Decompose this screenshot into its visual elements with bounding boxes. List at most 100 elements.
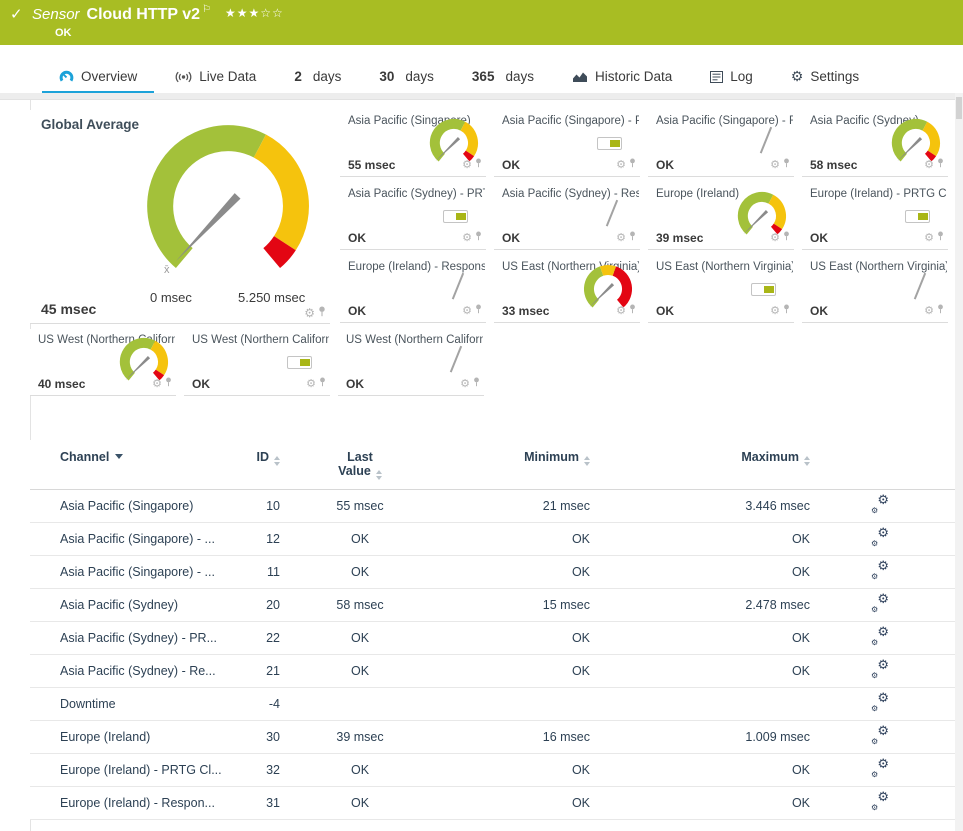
channel-settings-icon[interactable]: ⚙ ⚙ [871,493,889,515]
channel-id: 11 [267,565,280,579]
tab-log[interactable]: Log [691,60,772,93]
panel-gear-icon[interactable]: ⚙ [152,378,162,389]
channel-maximum: 3.446 msec [745,499,810,513]
needle-icon [605,199,618,227]
channel-settings-icon[interactable]: ⚙ ⚙ [871,625,889,647]
global-average-panel[interactable]: Global Average x̄ 0 msec 5.250 msec 45 m… [30,110,330,324]
panel-gear-icon[interactable]: ⚙ [462,159,472,170]
channel-id: 12 [266,532,280,546]
flag-icon[interactable]: ⚐ [202,4,211,15]
panel-pin-icon[interactable] [319,374,326,392]
channel-name[interactable]: Asia Pacific (Singapore) - ... [60,532,240,546]
tab-2-days[interactable]: 2 days [275,60,360,93]
panel-pin-icon[interactable] [629,155,636,173]
panel-gear-icon[interactable]: ⚙ [462,305,472,316]
sensor-channel-panel[interactable]: US East (Northern Virginia) 33 msec ⚙ [494,256,640,323]
panel-pin-icon[interactable] [783,155,790,173]
channel-name[interactable]: Asia Pacific (Singapore) [60,499,240,513]
tab-overview[interactable]: Overview [40,60,156,94]
panel-title: Asia Pacific (Sydney) - Respo... [502,188,639,200]
panel-gear-icon[interactable]: ⚙ [770,232,780,243]
tab-30-days[interactable]: 30 days [360,60,453,93]
panel-pin-icon[interactable] [629,301,636,319]
tab-live-data[interactable]: Live Data [156,60,275,93]
scrollbar[interactable] [955,93,963,831]
panel-pin-icon[interactable] [937,301,944,319]
sensor-channel-panel[interactable]: US West (Northern California)... OK ⚙ [184,329,330,396]
channel-settings-icon[interactable]: ⚙ ⚙ [871,724,889,746]
scrollbar-thumb[interactable] [956,97,962,119]
channel-maximum: OK [791,532,810,546]
channel-name[interactable]: Europe (Ireland) [60,730,240,744]
panel-pin-icon[interactable] [475,155,482,173]
panel-pin-icon[interactable] [937,155,944,173]
channel-name[interactable]: Europe (Ireland) - PRTG Cl... [60,763,240,777]
channel-minimum: OK [571,664,590,678]
channel-settings-icon[interactable]: ⚙ ⚙ [871,658,889,680]
channel-settings-icon[interactable]: ⚙ ⚙ [871,592,889,614]
tab-number: 365 [471,69,495,84]
channel-settings-icon[interactable]: ⚙ ⚙ [871,526,889,548]
sensor-channel-panel[interactable]: Asia Pacific (Singapore) - PR... OK ⚙ [494,110,640,177]
channel-name[interactable]: Asia Pacific (Sydney) - PR... [60,631,240,645]
sensor-channel-panel[interactable]: Asia Pacific (Sydney) - PRTG ... OK ⚙ [340,183,486,250]
channel-name[interactable]: Downtime [60,697,240,711]
sensor-channel-panel[interactable]: US East (Northern Virginia) - ... OK ⚙ [802,256,948,323]
panel-gear-icon[interactable]: ⚙ [460,378,470,389]
panel-gear-icon[interactable]: ⚙ [304,307,315,319]
sensor-channel-panel[interactable]: Asia Pacific (Singapore) 55 msec ⚙ [340,110,486,177]
column-header-minimum[interactable]: Minimum [440,450,590,466]
priority-stars[interactable]: ★★★☆☆ [225,6,284,20]
panel-gear-icon[interactable]: ⚙ [616,232,626,243]
panel-pin-icon[interactable] [473,374,480,392]
channel-name[interactable]: Asia Pacific (Sydney) [60,598,240,612]
panel-pin-icon[interactable] [318,306,326,320]
sensor-channel-panel[interactable]: Europe (Ireland) 39 msec ⚙ [648,183,794,250]
panel-pin-icon[interactable] [165,374,172,392]
mean-marker: x̄ [164,264,170,276]
panel-pin-icon[interactable] [937,228,944,246]
panel-gear-icon[interactable]: ⚙ [924,232,934,243]
sensor-channel-panel[interactable]: Asia Pacific (Sydney) 58 msec ⚙ [802,110,948,177]
tab-historic-data[interactable]: Historic Data [553,60,691,93]
channel-settings-icon[interactable]: ⚙ ⚙ [871,790,889,812]
channel-last-value: 58 msec [336,598,384,612]
column-header-id[interactable]: ID [240,450,280,466]
sensor-channel-panel[interactable]: US West (Northern California)40 msec⚙ [30,329,176,396]
panel-gear-icon[interactable]: ⚙ [616,159,626,170]
channel-settings-icon[interactable]: ⚙ ⚙ [871,757,889,779]
panel-pin-icon[interactable] [783,301,790,319]
panel-gear-icon[interactable]: ⚙ [770,305,780,316]
gear-icon: ⚙ [790,68,804,85]
panel-gear-icon[interactable]: ⚙ [306,378,316,389]
sort-desc-icon [115,454,124,459]
panel-actions: ⚙ [152,374,172,392]
sensor-channel-panel[interactable]: US East (Northern Virginia) - ... OK ⚙ [648,256,794,323]
sensor-channel-panel[interactable]: Asia Pacific (Sydney) - Respo... OK ⚙ [494,183,640,250]
tab-365-days[interactable]: 365 days [453,60,553,93]
panel-gear-icon[interactable]: ⚙ [924,159,934,170]
tab-settings[interactable]: ⚙ Settings [772,60,878,93]
panel-pin-icon[interactable] [783,228,790,246]
sensor-channel-panel[interactable]: Asia Pacific (Singapore) - Res... OK ⚙ [648,110,794,177]
panel-gear-icon[interactable]: ⚙ [770,159,780,170]
tab-number: 2 [294,69,302,84]
column-header-channel[interactable]: Channel [60,450,240,464]
panel-pin-icon[interactable] [475,301,482,319]
panel-gear-icon[interactable]: ⚙ [924,305,934,316]
channel-settings-icon[interactable]: ⚙ ⚙ [871,691,889,713]
channel-name[interactable]: Asia Pacific (Sydney) - Re... [60,664,240,678]
panel-value: OK [502,158,520,172]
panel-gear-icon[interactable]: ⚙ [616,305,626,316]
sensor-channel-panel[interactable]: Europe (Ireland) - Response C... OK ⚙ [340,256,486,323]
sensor-channel-panel[interactable]: US West (Northern California)... OK ⚙ [338,329,484,396]
panel-pin-icon[interactable] [629,228,636,246]
column-header-maximum[interactable]: Maximum [590,450,810,466]
channel-name[interactable]: Asia Pacific (Singapore) - ... [60,565,240,579]
channel-name[interactable]: Europe (Ireland) - Respon... [60,796,240,810]
panel-gear-icon[interactable]: ⚙ [462,232,472,243]
column-header-last-value[interactable]: Last Value [280,450,440,480]
sensor-channel-panel[interactable]: Europe (Ireland) - PRTG Cloud... OK ⚙ [802,183,948,250]
panel-pin-icon[interactable] [475,228,482,246]
channel-settings-icon[interactable]: ⚙ ⚙ [871,559,889,581]
